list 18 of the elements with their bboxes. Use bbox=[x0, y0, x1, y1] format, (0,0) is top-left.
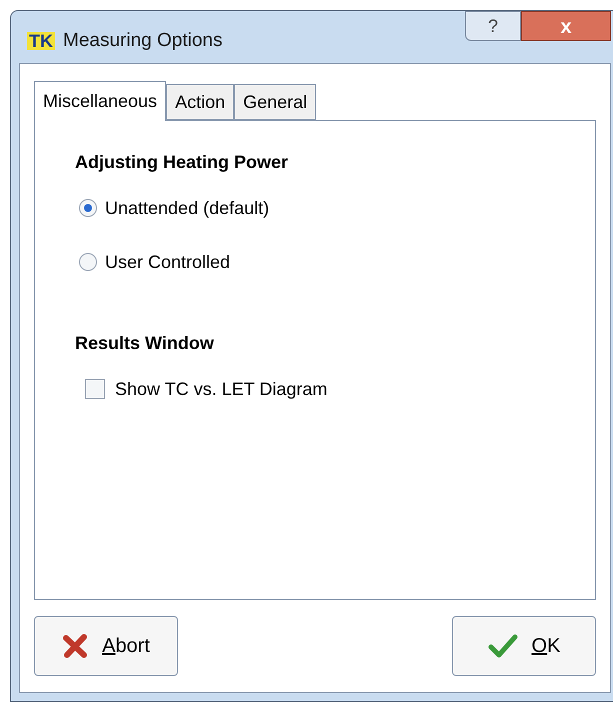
checkmark-icon bbox=[488, 633, 518, 659]
section-heading: Results Window bbox=[75, 332, 215, 355]
help-button[interactable]: ? bbox=[465, 11, 521, 41]
checkbox[interactable] bbox=[85, 379, 105, 399]
tab[interactable]: Action bbox=[166, 84, 234, 120]
ok-button[interactable]: OK bbox=[452, 616, 596, 676]
section-heading: Adjusting Heating Power bbox=[75, 151, 290, 174]
window-title: Measuring Options bbox=[63, 29, 222, 53]
radio-button[interactable] bbox=[79, 199, 97, 217]
radio-label: Unattended (default) bbox=[105, 196, 270, 220]
cross-icon bbox=[62, 633, 88, 659]
abort-button[interactable]: Abort bbox=[34, 616, 178, 676]
tab[interactable]: General bbox=[234, 84, 316, 120]
checkbox-label: Show TC vs. LET Diagram bbox=[115, 378, 328, 401]
radio-button[interactable] bbox=[79, 253, 97, 271]
app-logo: TK bbox=[27, 32, 55, 50]
tab[interactable]: Miscellaneous bbox=[34, 81, 166, 121]
radio-label: User Controlled bbox=[105, 250, 230, 274]
